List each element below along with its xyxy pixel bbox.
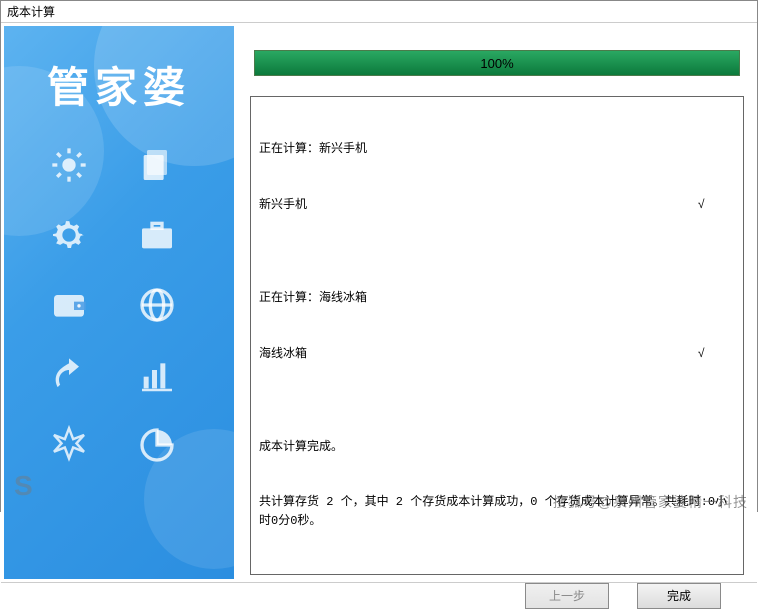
chart-icon [133, 351, 181, 399]
briefcase-icon [133, 211, 181, 259]
log-output: 正在计算：新兴手机 新兴手机√ 正在计算：海线冰箱 海线冰箱√ 成本计算完成。 … [250, 96, 744, 575]
sun-icon [45, 141, 93, 189]
log-line: 正在计算：海线冰箱 [259, 289, 735, 308]
sidebar-icons [4, 133, 234, 477]
progress-section: 100% [250, 36, 744, 96]
pie-icon [133, 421, 181, 469]
check-mark: √ [698, 345, 735, 364]
check-mark: √ [698, 196, 735, 215]
content-area: 管家婆 100% 正在计算：新兴手机 [1, 23, 757, 582]
window: 成本计算 管家婆 100% [0, 0, 758, 512]
log-line: 海线冰箱√ [259, 345, 735, 364]
log-summary: 共计算存货 2 个，其中 2 个存货成本计算成功，0 个存货成本计算异常。共耗时… [259, 493, 735, 530]
progress-bar: 100% [254, 50, 740, 76]
log-line: 新兴手机√ [259, 196, 735, 215]
main-panel: 100% 正在计算：新兴手机 新兴手机√ 正在计算：海线冰箱 海线冰箱√ 成本计… [240, 26, 754, 579]
footer: 上一步 完成 [1, 582, 757, 609]
log-done: 成本计算完成。 [259, 438, 735, 457]
brand-label: 管家婆 [4, 26, 234, 133]
undo-icon [45, 351, 93, 399]
prev-button: 上一步 [525, 583, 609, 609]
star-icon [45, 421, 93, 469]
title-bar: 成本计算 [1, 1, 757, 23]
documents-icon [133, 141, 181, 189]
finish-button[interactable]: 完成 [637, 583, 721, 609]
window-title: 成本计算 [7, 5, 55, 19]
log-line: 正在计算：新兴手机 [259, 140, 735, 159]
gear-icon [45, 211, 93, 259]
wallet-icon [45, 281, 93, 329]
sidebar: 管家婆 [4, 26, 234, 579]
progress-label: 100% [480, 56, 513, 71]
globe-icon [133, 281, 181, 329]
